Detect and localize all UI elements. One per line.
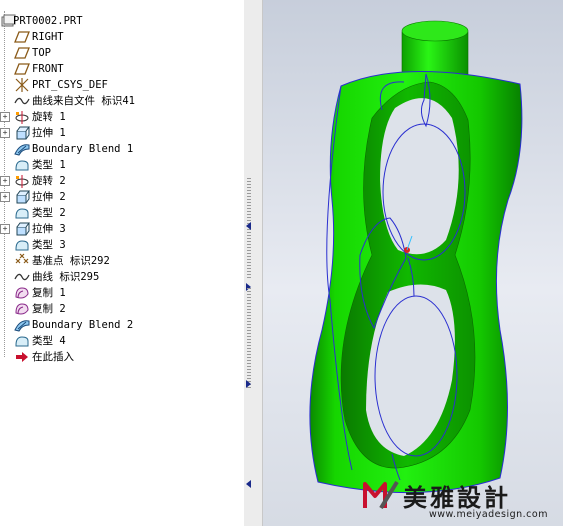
tree-item[interactable]: + 拉伸 1 (0, 125, 244, 141)
tree-item-label: 复制 1 (32, 287, 66, 299)
tree-item[interactable]: 曲线来自文件 标识41 (0, 93, 244, 109)
tree-item[interactable]: 类型 2 (0, 205, 244, 221)
copy-icon (14, 285, 30, 301)
tree-item[interactable]: TOP (0, 45, 244, 61)
panel-splitter[interactable] (244, 0, 263, 526)
tree-item[interactable]: 在此插入 (0, 349, 244, 365)
tree-item-label: TOP (32, 47, 51, 59)
splitter-grip[interactable] (247, 288, 251, 390)
expand-right-arrow-icon[interactable] (246, 380, 251, 388)
expand-toggle-icon[interactable]: + (0, 176, 10, 186)
style-icon (14, 205, 30, 221)
tree-item[interactable]: FRONT (0, 61, 244, 77)
tree-item-label: 旋转 1 (32, 111, 66, 123)
tree-item-label: RIGHT (32, 31, 64, 43)
tree-item-label: 基准点 标识292 (32, 255, 110, 267)
expand-toggle-icon[interactable]: + (0, 192, 10, 202)
boundary-blend-icon (14, 141, 30, 157)
tree-item-label: 类型 2 (32, 207, 66, 219)
revolve-icon (14, 109, 30, 125)
tree-item-label: 拉伸 2 (32, 191, 66, 203)
curve-icon (14, 93, 30, 109)
watermark-brand: 美雅設計 (403, 484, 511, 512)
tree-item-label: 曲线来自文件 标识41 (32, 95, 135, 107)
tree-item-label: 旋转 2 (32, 175, 66, 187)
bottle-model-3d[interactable] (263, 0, 563, 526)
watermark-url: www.meiyadesign.com (429, 509, 548, 520)
tree-item-label: 类型 3 (32, 239, 66, 251)
tree-item-label: PRT_CSYS_DEF (32, 79, 108, 91)
upper-window (380, 98, 459, 255)
tree-item[interactable]: Boundary Blend 2 (0, 317, 244, 333)
extrude-icon (14, 125, 30, 141)
tree-item-label: 拉伸 3 (32, 223, 66, 235)
tree-item-label: 复制 2 (32, 303, 66, 315)
insert-here-arrow-icon (14, 349, 30, 365)
tree-item[interactable]: 复制 1 (0, 285, 244, 301)
tree-item-label: 类型 1 (32, 159, 66, 171)
meiya-design-watermark: 美雅設計 www.meiyadesign.com (363, 478, 559, 522)
tree-item[interactable]: 曲线 标识295 (0, 269, 244, 285)
tree-item-label: 类型 4 (32, 335, 66, 347)
copy-icon (14, 301, 30, 317)
tree-item[interactable]: 复制 2 (0, 301, 244, 317)
tree-root-item[interactable]: PRT0002.PRT (0, 13, 244, 29)
collapse-left-arrow-icon[interactable] (246, 480, 251, 488)
curve-icon (14, 269, 30, 285)
tree-item[interactable]: Boundary Blend 1 (0, 141, 244, 157)
tree-item[interactable]: 基准点 标识292 (0, 253, 244, 269)
style-icon (14, 333, 30, 349)
tree-item[interactable]: + 拉伸 3 (0, 221, 244, 237)
datum-plane-icon (14, 29, 30, 45)
tree-item[interactable]: PRT_CSYS_DEF (0, 77, 244, 93)
tree-item-label: 拉伸 1 (32, 127, 66, 139)
graphics-viewport[interactable]: 美雅設計 www.meiyadesign.com (263, 0, 563, 526)
coordinate-system-icon (14, 77, 30, 93)
tree-item[interactable]: + 拉伸 2 (0, 189, 244, 205)
tree-item[interactable]: + 旋转 1 (0, 109, 244, 125)
datum-plane-icon (14, 45, 30, 61)
style-icon (14, 157, 30, 173)
tree-item[interactable]: 类型 4 (0, 333, 244, 349)
expand-toggle-icon[interactable]: + (0, 112, 10, 122)
tree-item-label: FRONT (32, 63, 64, 75)
neck-top-face (401, 20, 469, 42)
tree-item-label: Boundary Blend 1 (32, 143, 134, 155)
extrude-icon (14, 189, 30, 205)
extrude-icon (14, 221, 30, 237)
revolve-icon (14, 173, 30, 189)
tree-item-label: 在此插入 (32, 351, 74, 363)
tree-item-label: 曲线 标识295 (32, 271, 100, 283)
tree-item-label: PRT0002.PRT (13, 15, 83, 27)
expand-toggle-icon[interactable]: + (0, 224, 10, 234)
datum-point-icon (14, 253, 30, 269)
collapse-left-arrow-icon[interactable] (246, 222, 251, 230)
tree-item[interactable]: + 旋转 2 (0, 173, 244, 189)
tree-item[interactable]: RIGHT (0, 29, 244, 45)
expand-toggle-icon[interactable]: + (0, 128, 10, 138)
meiya-logo-icon (363, 480, 399, 510)
boundary-blend-icon (14, 317, 30, 333)
tree-item[interactable]: 类型 3 (0, 237, 244, 253)
datum-plane-icon (14, 61, 30, 77)
tree-item-label: Boundary Blend 2 (32, 319, 134, 331)
tree-item[interactable]: 类型 1 (0, 157, 244, 173)
style-icon (14, 237, 30, 253)
model-tree-panel: PRT0002.PRT RIGHT TOP FRONT PRT_CSYS_DEF 曲线来自… (0, 0, 245, 526)
